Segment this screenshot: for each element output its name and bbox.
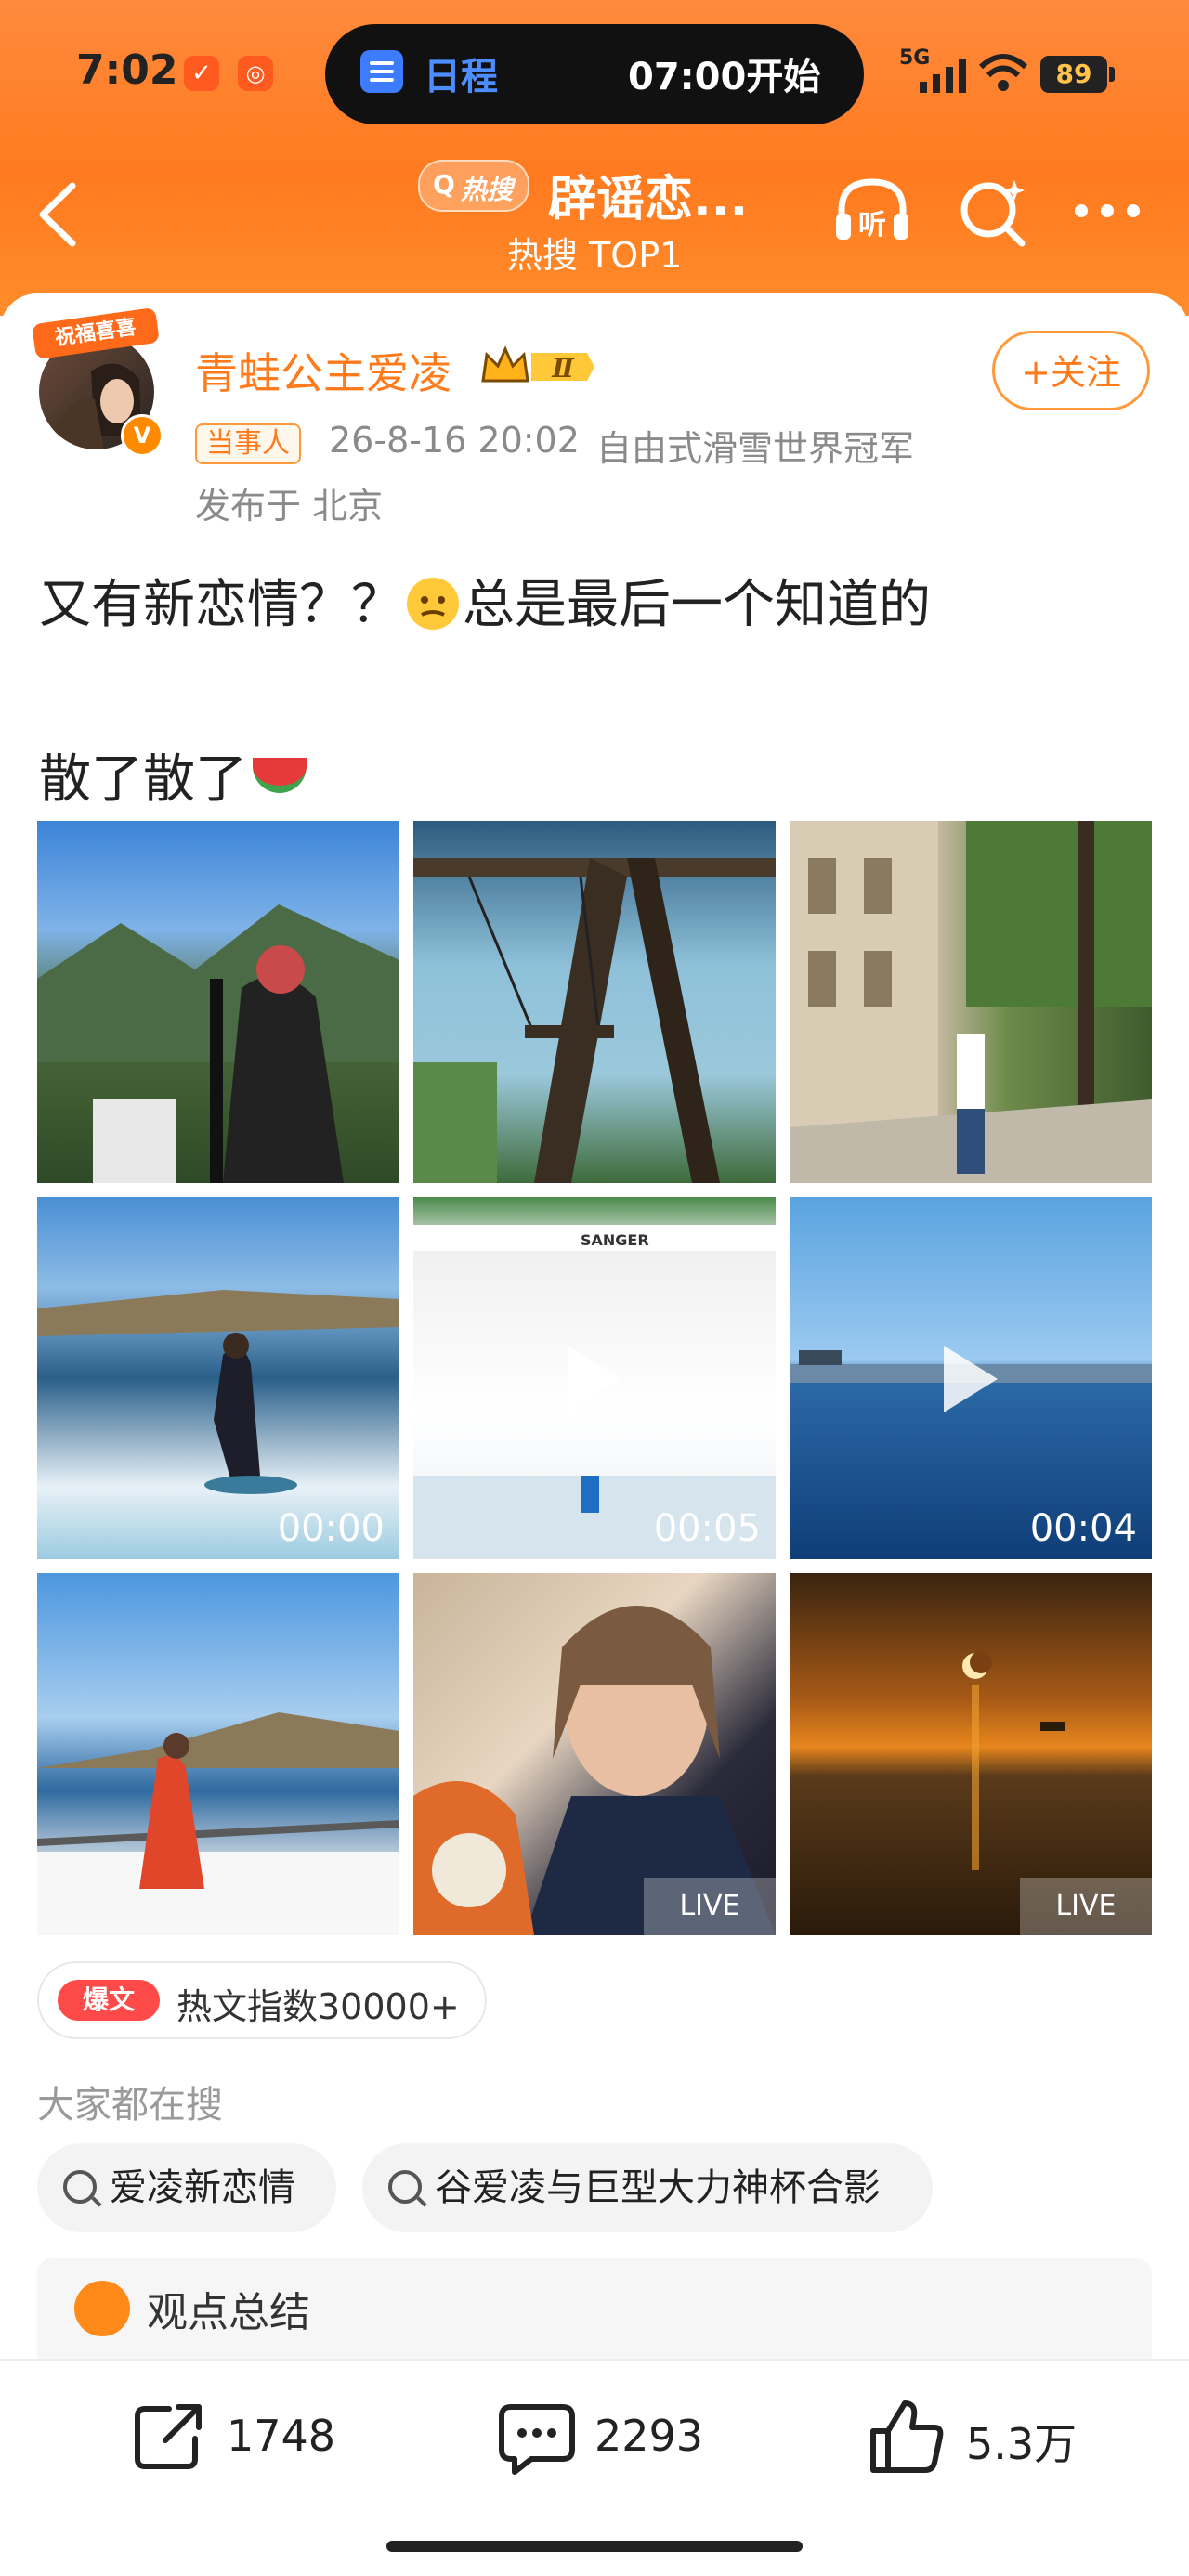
crown-level-icon: Ⅱ — [481, 345, 594, 384]
like-count[interactable]: 5.3万 — [966, 2411, 1077, 2472]
street-photo-icon — [790, 821, 1152, 1183]
search-glyph-icon: Q — [433, 169, 455, 200]
listen-icon[interactable]: 听 — [830, 173, 914, 247]
home-indicator[interactable] — [386, 2541, 803, 2552]
follow-button[interactable]: +关注 — [992, 331, 1150, 410]
live-badge: LIVE — [644, 1878, 776, 1935]
skier-photo-icon — [37, 904, 399, 1183]
yacht-photo-icon — [37, 1712, 399, 1935]
search-icon — [388, 2170, 422, 2204]
like-icon[interactable] — [868, 2398, 946, 2476]
opinion-summary-label: 观点总结 — [147, 2289, 310, 2336]
hot-article-badge[interactable]: 爆文 热文指数30000+ — [37, 1961, 487, 2039]
live-photo-tile-1[interactable]: LIVE — [413, 1573, 776, 1935]
video-duration: 00:04 — [1029, 1507, 1137, 1550]
post-text-line2: 散了散了 — [39, 737, 307, 813]
comment-icon[interactable] — [498, 2401, 576, 2476]
video-duration: 00:05 — [653, 1507, 761, 1550]
swing-photo-icon — [413, 858, 776, 1183]
app-notification-icon-2: ◎ — [238, 56, 273, 91]
post-text-part1: 又有新恋情？？ — [39, 575, 403, 635]
wakesurf-video-icon — [37, 1290, 399, 1494]
media-grid: 00:00 SANGER 00:05 00:04 LIVE LIVE — [37, 821, 1152, 1935]
signal-icon — [920, 59, 966, 93]
repost-count[interactable]: 1748 — [227, 2411, 335, 2461]
live-photo-tile-2[interactable]: LIVE — [790, 1573, 1152, 1935]
opinion-summary[interactable]: 观点总结 — [37, 2258, 1152, 2370]
related-search-label-2: 谷爱凌与巨型大力神杯合影 — [435, 2166, 881, 2209]
battery-indicator: 89 — [1040, 56, 1107, 93]
back-icon[interactable] — [37, 182, 78, 247]
photo-tile-1[interactable] — [37, 821, 399, 1183]
post-location: 发布于 北京 — [195, 486, 384, 527]
battery-tip — [1109, 67, 1115, 82]
topic-title: 辟谣恋... — [548, 172, 749, 228]
hot-article-label: 爆文 — [58, 1980, 160, 2021]
hot-article-index: 热文指数30000+ — [176, 1986, 460, 2027]
island-calendar-time: 07:00开始 — [628, 56, 821, 98]
post-text-line1: 又有新恋情？？ 总是最后一个知道的 — [39, 563, 931, 638]
author-title: 自由式滑雪世界冠军 — [596, 428, 915, 469]
hot-search-badge: Q 热搜 — [418, 160, 529, 212]
comment-count[interactable]: 2293 — [594, 2411, 703, 2461]
video-tile-2[interactable]: SANGER 00:05 — [413, 1197, 776, 1559]
post-text-part2: 总是最后一个知道的 — [463, 575, 931, 635]
photo-tile-3[interactable] — [790, 821, 1152, 1183]
video-tile-3[interactable]: 00:04 — [790, 1197, 1152, 1559]
calendar-icon — [360, 50, 403, 93]
related-search-label-1: 爱凌新恋情 — [110, 2166, 295, 2209]
hot-search-label: 热搜 — [461, 175, 514, 205]
search-icon — [63, 2170, 97, 2204]
robot-mascot-icon — [74, 2281, 130, 2336]
watermelon-emoji-icon — [253, 758, 307, 793]
search-icon[interactable] — [957, 175, 1031, 249]
related-search-chip-2[interactable]: 谷爱凌与巨型大力神杯合影 — [362, 2143, 933, 2232]
status-time: 7:02 — [76, 46, 178, 94]
topic-rank: 热搜 TOP1 — [507, 235, 683, 276]
svg-text:SANGER: SANGER — [581, 1231, 649, 1249]
app-notification-icon: ✓ — [184, 56, 219, 91]
related-search-chip-1[interactable]: 爱凌新恋情 — [37, 2143, 336, 2232]
username[interactable]: 青蛙公主爱凌 — [195, 340, 451, 401]
verified-icon: V — [121, 414, 163, 457]
post-time: 26-8-16 20:02 — [329, 420, 580, 461]
video-duration: 00:00 — [277, 1507, 385, 1550]
island-calendar-label: 日程 — [424, 56, 498, 98]
repost-icon[interactable] — [132, 2401, 206, 2472]
listen-label: 听 — [858, 209, 886, 241]
party-tag: 当事人 — [195, 423, 301, 464]
more-icon[interactable] — [1070, 199, 1144, 223]
video-tile-1[interactable]: 00:00 — [37, 1197, 399, 1559]
wifi-icon — [978, 54, 1028, 91]
level-label: Ⅱ — [551, 353, 575, 384]
post-text-part3: 散了散了 — [39, 749, 247, 810]
photo-tile-2[interactable] — [413, 821, 776, 1183]
live-badge: LIVE — [1020, 1878, 1152, 1935]
photo-tile-4[interactable] — [37, 1573, 399, 1935]
related-search-heading: 大家都在搜 — [37, 2084, 223, 2127]
thinking-emoji-icon — [407, 578, 459, 630]
